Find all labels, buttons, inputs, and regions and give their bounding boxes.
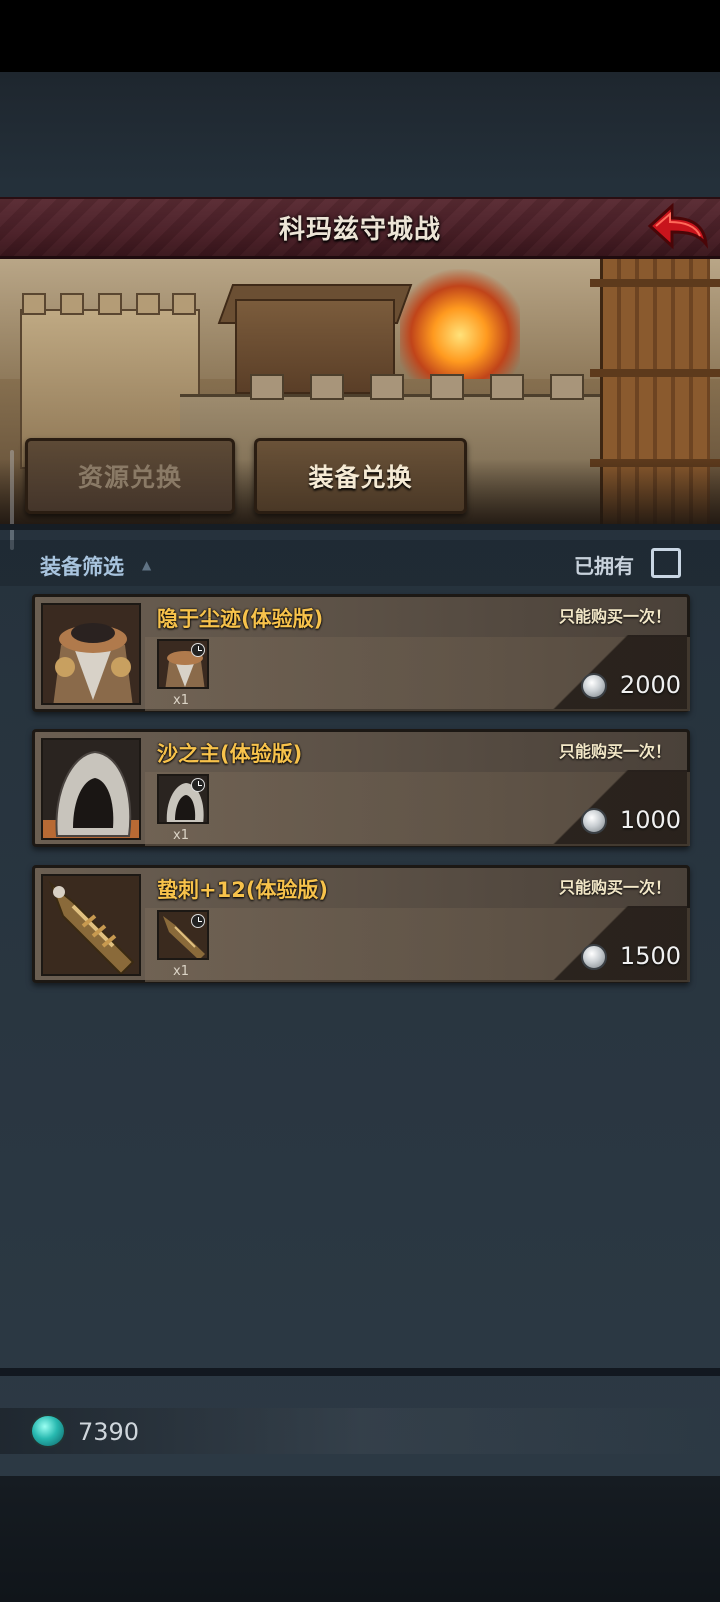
clock-icon [191, 914, 205, 928]
wall-crenel [490, 374, 524, 400]
tab-resource-exchange[interactable]: 资源兑换 [25, 438, 235, 514]
triangle-up-icon: ▲ [142, 558, 152, 572]
bottom-area [0, 1476, 720, 1602]
item-name: 沙之主(体验版) [157, 742, 303, 766]
footer-divider [0, 1368, 720, 1376]
fire-effect [400, 269, 520, 379]
white-hood-icon [157, 774, 209, 824]
wall-crenel [550, 374, 584, 400]
robed-armor-icon [157, 639, 209, 689]
item-price: 2000 [619, 671, 681, 699]
item-price: 1000 [619, 806, 681, 834]
shop-item[interactable]: 隐于尘迹(体验版) 只能购买一次！ x1 2000 [32, 594, 690, 712]
shop-item[interactable]: 蛰刺+12(体验版) 只能购买一次！ x1 1500 [32, 865, 690, 983]
item-price: 1500 [619, 942, 681, 970]
page-title: 科玛兹守城战 [278, 215, 441, 245]
tower-crenel [98, 293, 122, 315]
purchase-limit-label: 只能购买一次！ [558, 878, 671, 897]
item-quantity: x1 [173, 964, 189, 979]
siege-beam [590, 369, 720, 377]
wall-crenel [430, 374, 464, 400]
siege-beam [590, 279, 720, 287]
currency-amount: 7390 [78, 1418, 140, 1446]
title-bar: 科玛兹守城战 [0, 197, 720, 259]
wall-crenel [310, 374, 344, 400]
owned-filter-label: 已拥有 [574, 554, 634, 578]
tower-crenel [22, 293, 46, 315]
teal-gem-icon [30, 1414, 66, 1448]
gauntlet-blade-icon [157, 910, 209, 960]
item-quantity: x1 [173, 693, 189, 708]
back-arrow-icon [647, 202, 709, 250]
owned-checkbox[interactable] [651, 548, 681, 578]
item-name: 蛰刺+12(体验版) [157, 878, 329, 902]
clock-icon [191, 643, 205, 657]
silver-coin-icon [581, 808, 607, 834]
item-name: 隐于尘迹(体验版) [157, 607, 324, 631]
tab-equipment-exchange[interactable]: 装备兑换 [254, 438, 467, 514]
clock-icon [191, 778, 205, 792]
banner-divider [0, 524, 720, 530]
gauntlet-blade-icon [41, 874, 141, 976]
silver-coin-icon [581, 673, 607, 699]
back-button[interactable] [646, 200, 710, 254]
white-hood-icon [41, 738, 141, 840]
silver-coin-icon [581, 944, 607, 970]
tower-crenel [136, 293, 160, 315]
wall-crenel [250, 374, 284, 400]
scroll-indicator [10, 450, 14, 550]
equipment-filter-dropdown[interactable]: 装备筛选 [40, 551, 124, 581]
purchase-limit-label: 只能购买一次！ [558, 607, 671, 626]
purchase-limit-label: 只能购买一次！ [558, 742, 671, 761]
tower-crenel [172, 293, 196, 315]
shop-item[interactable]: 沙之主(体验版) 只能购买一次！ x1 1000 [32, 729, 690, 847]
wall-crenel [370, 374, 404, 400]
status-bar-area [0, 0, 720, 72]
robed-armor-icon [41, 603, 141, 705]
item-quantity: x1 [173, 828, 189, 843]
tower-crenel [60, 293, 84, 315]
